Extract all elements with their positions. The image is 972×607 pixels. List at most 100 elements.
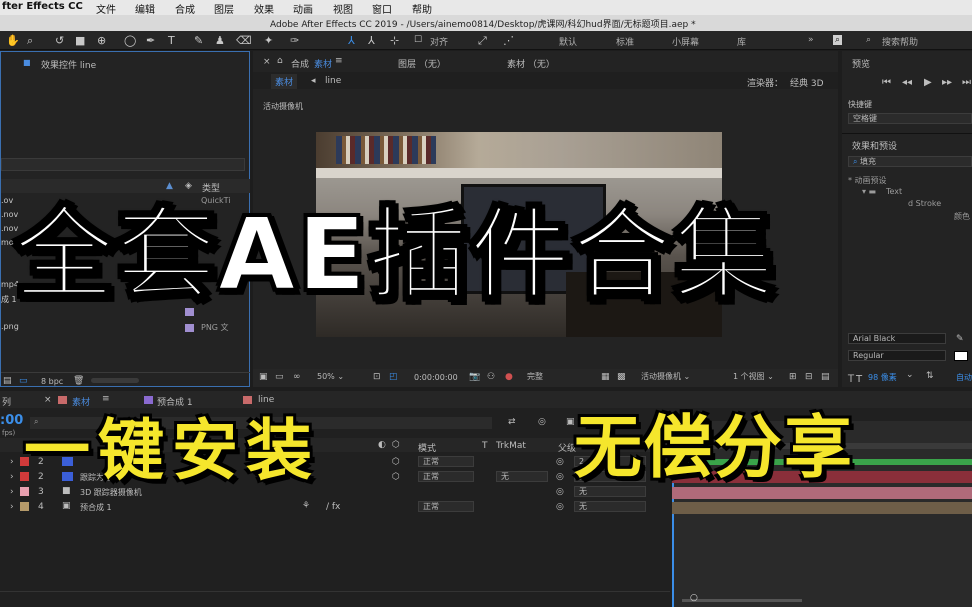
toggle-pixel-icon[interactable]: ⊞ [789,372,797,382]
clone-tool-icon[interactable]: ♟ [215,34,225,47]
tab-precomp[interactable]: 预合成 1 [157,395,193,408]
font-size-value[interactable]: 98 像素 [868,372,897,383]
workspace-more-icon[interactable]: » [808,35,814,45]
tab-composition-prefix[interactable]: 合成 [291,57,309,70]
monitor-icon[interactable]: ▭ [275,372,284,382]
effects-search-input[interactable]: ⌕ 填充 [848,156,972,167]
rotate-tool-icon[interactable]: ↺ [55,34,64,47]
new-folder-icon[interactable]: ▭ [19,376,28,386]
mask-visibility-icon[interactable]: ◰ [389,372,398,382]
roto-tool-icon[interactable]: ✦ [264,34,273,47]
shortcut-dropdown[interactable]: 空格键 [848,113,972,124]
blend-mode-dropdown[interactable]: 正常 [418,471,474,482]
panel-menu-icon[interactable]: ■ [23,58,31,67]
snapshot-icon[interactable]: 📷 [469,372,480,382]
ellipse-tool-icon[interactable]: ◯ [124,34,136,47]
camera-tool-icon[interactable]: ■ [75,34,85,47]
menu-file[interactable]: 文件 [96,1,116,16]
renderer-value[interactable]: 经典 3D [790,76,824,89]
project-search-field[interactable] [1,158,245,171]
tab-composition[interactable]: 素材 [314,57,332,70]
expand-icon[interactable]: › [10,487,14,497]
text-tool-icon[interactable]: T [168,34,175,47]
align-label[interactable]: 对齐 [430,35,448,48]
hand-tool-icon[interactable]: ✋ [6,34,20,47]
zoom-slider-thumb-icon[interactable]: ○ [690,593,698,603]
trkmat-dropdown[interactable]: 无 [496,471,548,482]
bit-depth[interactable]: 8 bpc [41,377,63,386]
next-frame-icon[interactable]: ▸▸ [942,77,952,88]
layer-label-color[interactable] [20,502,29,511]
tab-line[interactable]: line [258,395,274,405]
zoom-tool-icon[interactable]: ⌕ [27,34,33,48]
snap-checkbox-icon[interactable]: ☐ [414,35,422,45]
draft-3d-icon[interactable]: ◎ [538,417,546,427]
always-preview-icon[interactable]: ▣ [259,372,268,382]
shy-icon[interactable]: ⚘ [302,501,310,511]
parent-dropdown[interactable]: 无 [574,501,646,512]
safe-margins-icon[interactable]: ⊡ [373,372,381,382]
close-tab-icon[interactable]: × [263,57,271,67]
workspace-library[interactable]: 库 [737,35,746,48]
view-layout-dropdown[interactable]: 1 个视图 ⌄ [729,372,785,383]
axis-view-icon[interactable]: ⊹ [390,34,399,47]
eraser-tool-icon[interactable]: ⌫ [236,34,252,47]
axis-world-icon[interactable]: ⅄ [368,34,375,47]
vr-icon[interactable]: ∞ [293,372,301,382]
timeline-timecode[interactable]: :00 [0,413,23,428]
menu-layer[interactable]: 图层 [214,1,234,16]
3d-layer-icon[interactable]: ⬡ [392,440,400,450]
puppet-tool-icon[interactable]: ✑ [290,34,299,47]
pen-tool-icon[interactable]: ✒ [146,34,155,47]
menu-effect[interactable]: 效果 [254,1,274,16]
eyedropper-icon[interactable]: ✎ [956,334,964,344]
close-tab-icon[interactable]: × [44,395,52,405]
layer-name[interactable]: 预合成 1 [80,502,112,513]
column-trkmat[interactable]: TrkMat [496,441,526,451]
brush-tool-icon[interactable]: ✎ [194,34,203,47]
zoom-dropdown[interactable]: 50% ⌄ [313,372,365,383]
interpret-footage-icon[interactable]: ▤ [3,376,12,386]
current-timecode[interactable]: 0:00:00:00 [414,373,458,382]
menu-animation[interactable]: 动画 [293,1,313,16]
font-style-dropdown[interactable]: Regular [848,350,946,361]
subtab-footage[interactable]: 素材 [271,74,298,89]
fx-switch-icon[interactable]: ∕ fx [326,502,340,512]
effect-controls-title[interactable]: 效果控件 line [41,58,96,71]
workspace-standard[interactable]: 标准 [616,35,634,48]
last-frame-icon[interactable]: ⏭ [962,77,971,88]
tab-footage[interactable]: 素材 （无） [507,57,555,70]
table-row[interactable]: › 4 ▣ 预合成 1 ⚘ ∕ fx 正常 ◎ 无 [0,499,670,514]
snap-icon[interactable]: ⤢ [478,34,487,48]
column-t[interactable]: T [482,441,488,451]
show-snapshot-icon[interactable]: ⚇ [487,372,495,382]
resolution-dropdown[interactable]: 完整 [523,372,595,383]
lock-icon[interactable]: ⌂ [277,56,283,66]
timeline-icon[interactable]: ▤ [821,372,830,382]
zoom-slider[interactable] [682,599,802,602]
menu-edit[interactable]: 编辑 [135,1,155,16]
channel-icon[interactable]: ● [505,372,513,382]
trash-icon[interactable]: 🗑 [73,376,84,386]
leading-value[interactable]: 自动 [956,372,972,383]
tab-menu-icon[interactable]: ≡ [335,56,343,66]
app-menu[interactable]: fter Effects CC [2,1,83,12]
blend-mode-dropdown[interactable]: 正常 [418,456,474,467]
tab-render-queue[interactable]: 列 [2,395,11,408]
effects-presets-title[interactable]: 效果和预设 [852,139,897,152]
camera-view-dropdown[interactable]: 活动摄像机 ⌄ [637,372,727,383]
fill-color-swatch[interactable] [954,351,968,361]
axis-local-icon[interactable]: ⅄ [348,34,355,47]
preview-title[interactable]: 预览 [852,57,870,70]
prev-frame-icon[interactable]: ◂◂ [902,77,912,88]
comp-mini-flowchart-icon[interactable]: ⇄ [508,417,516,427]
pick-whip-icon[interactable]: ◎ [556,487,564,497]
layer-bar[interactable] [672,502,972,514]
workspace-small-screen[interactable]: 小屏幕 [672,35,699,48]
blend-mode-dropdown[interactable]: 正常 [418,501,474,512]
search-help-input[interactable]: 搜索帮助 [882,35,918,48]
3d-cube-icon[interactable]: ⬡ [392,472,400,482]
pick-whip-icon[interactable]: ◎ [556,457,564,467]
play-icon[interactable]: ▶ [924,77,932,88]
horizontal-scrollbar[interactable] [91,378,139,383]
